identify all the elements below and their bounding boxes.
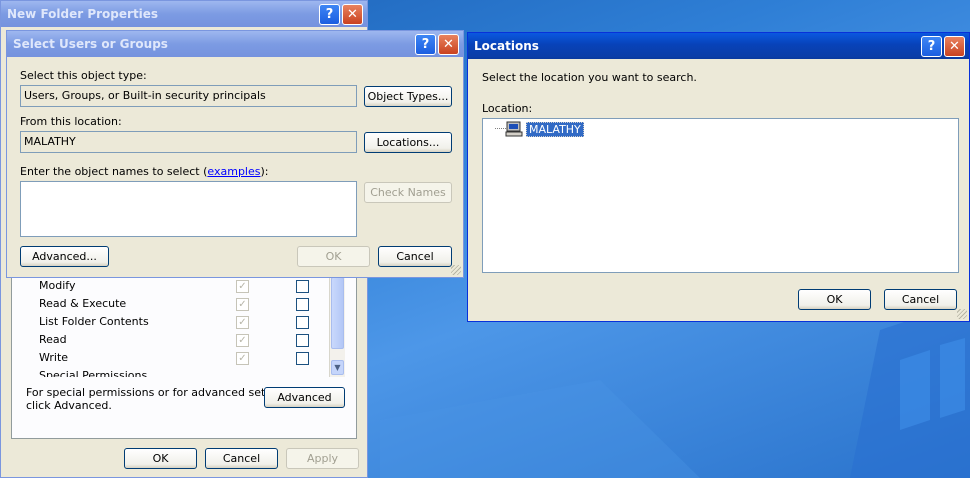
- locations-button[interactable]: Locations...: [364, 132, 452, 153]
- allow-checkbox[interactable]: ✓: [236, 280, 249, 293]
- select-cancel-button[interactable]: Cancel: [378, 246, 452, 267]
- special-text-2: click Advanced.: [26, 399, 112, 412]
- deny-checkbox[interactable]: [296, 280, 309, 293]
- perm-list-folder: List Folder Contents: [39, 315, 149, 328]
- close-icon[interactable]: ✕: [342, 3, 363, 25]
- scroll-thumb[interactable]: [331, 277, 344, 349]
- perm-write: Write: [39, 351, 69, 364]
- object-type-label: Select this object type:: [20, 69, 147, 82]
- locations-ok-button[interactable]: OK: [798, 289, 871, 310]
- object-types-button[interactable]: Object Types...: [364, 86, 452, 107]
- select-users-title: Select Users or Groups: [13, 37, 168, 51]
- properties-ok-button[interactable]: OK: [124, 448, 197, 469]
- deny-checkbox[interactable]: [296, 334, 309, 347]
- check-names-button[interactable]: Check Names: [364, 182, 452, 203]
- locations-cancel-button[interactable]: Cancel: [884, 289, 957, 310]
- object-type-field: Users, Groups, or Built-in security prin…: [20, 85, 357, 107]
- advanced-button[interactable]: Advanced: [264, 387, 345, 408]
- locations-instruction: Select the location you want to search.: [482, 71, 697, 84]
- enter-names-label: Enter the object names to select (exampl…: [20, 165, 268, 178]
- tree-item-label: MALATHY: [526, 121, 584, 137]
- close-icon[interactable]: ✕: [438, 33, 459, 55]
- deny-checkbox[interactable]: [296, 316, 309, 329]
- help-icon[interactable]: ?: [415, 33, 436, 55]
- perm-read-execute: Read & Execute: [39, 297, 127, 310]
- deny-checkbox[interactable]: [296, 298, 309, 311]
- properties-title: New Folder Properties: [7, 7, 159, 21]
- allow-checkbox[interactable]: ✓: [236, 316, 249, 329]
- allow-checkbox[interactable]: ✓: [236, 352, 249, 365]
- perm-read: Read: [39, 333, 67, 346]
- perm-modify: Modify: [39, 279, 76, 292]
- locations-titlebar: Locations ? ✕: [468, 33, 969, 59]
- special-text-1: For special permissions or for advanced …: [26, 386, 296, 399]
- location-label: From this location:: [20, 115, 122, 128]
- locations-dialog: Locations ? ✕ Select the location you wa…: [467, 32, 970, 322]
- properties-titlebar: New Folder Properties ? ✕: [1, 1, 367, 27]
- help-icon[interactable]: ?: [921, 35, 942, 57]
- resize-grip[interactable]: [451, 265, 461, 275]
- properties-cancel-button[interactable]: Cancel: [205, 448, 278, 469]
- select-ok-button[interactable]: OK: [297, 246, 370, 267]
- select-users-titlebar: Select Users or Groups ? ✕: [7, 31, 463, 57]
- location-field: MALATHY: [20, 131, 357, 153]
- object-names-input[interactable]: [20, 181, 357, 237]
- location-tree[interactable]: MALATHY: [482, 118, 959, 273]
- locations-title: Locations: [474, 39, 539, 53]
- enter-names-suffix: ):: [260, 165, 269, 178]
- permissions-list: Modify Read & Execute List Folder Conten…: [27, 277, 345, 377]
- locations-location-label: Location:: [482, 102, 533, 115]
- properties-apply-button[interactable]: Apply: [286, 448, 359, 469]
- enter-names-prefix: Enter the object names to select (: [20, 165, 208, 178]
- select-advanced-button[interactable]: Advanced...: [20, 246, 109, 267]
- help-icon[interactable]: ?: [319, 3, 340, 25]
- computer-icon: [505, 121, 523, 137]
- select-users-dialog: Select Users or Groups ? ✕ Select this o…: [6, 30, 464, 278]
- permissions-scrollbar[interactable]: ▼: [329, 277, 345, 377]
- scroll-down-icon[interactable]: ▼: [331, 360, 344, 375]
- allow-checkbox[interactable]: ✓: [236, 298, 249, 311]
- allow-checkbox[interactable]: ✓: [236, 334, 249, 347]
- deny-checkbox[interactable]: [296, 352, 309, 365]
- tree-item-malathy[interactable]: MALATHY: [505, 121, 584, 137]
- resize-grip[interactable]: [957, 309, 967, 319]
- perm-special: Special Permissions: [39, 369, 148, 377]
- examples-link[interactable]: examples: [207, 165, 260, 178]
- close-icon[interactable]: ✕: [944, 35, 965, 57]
